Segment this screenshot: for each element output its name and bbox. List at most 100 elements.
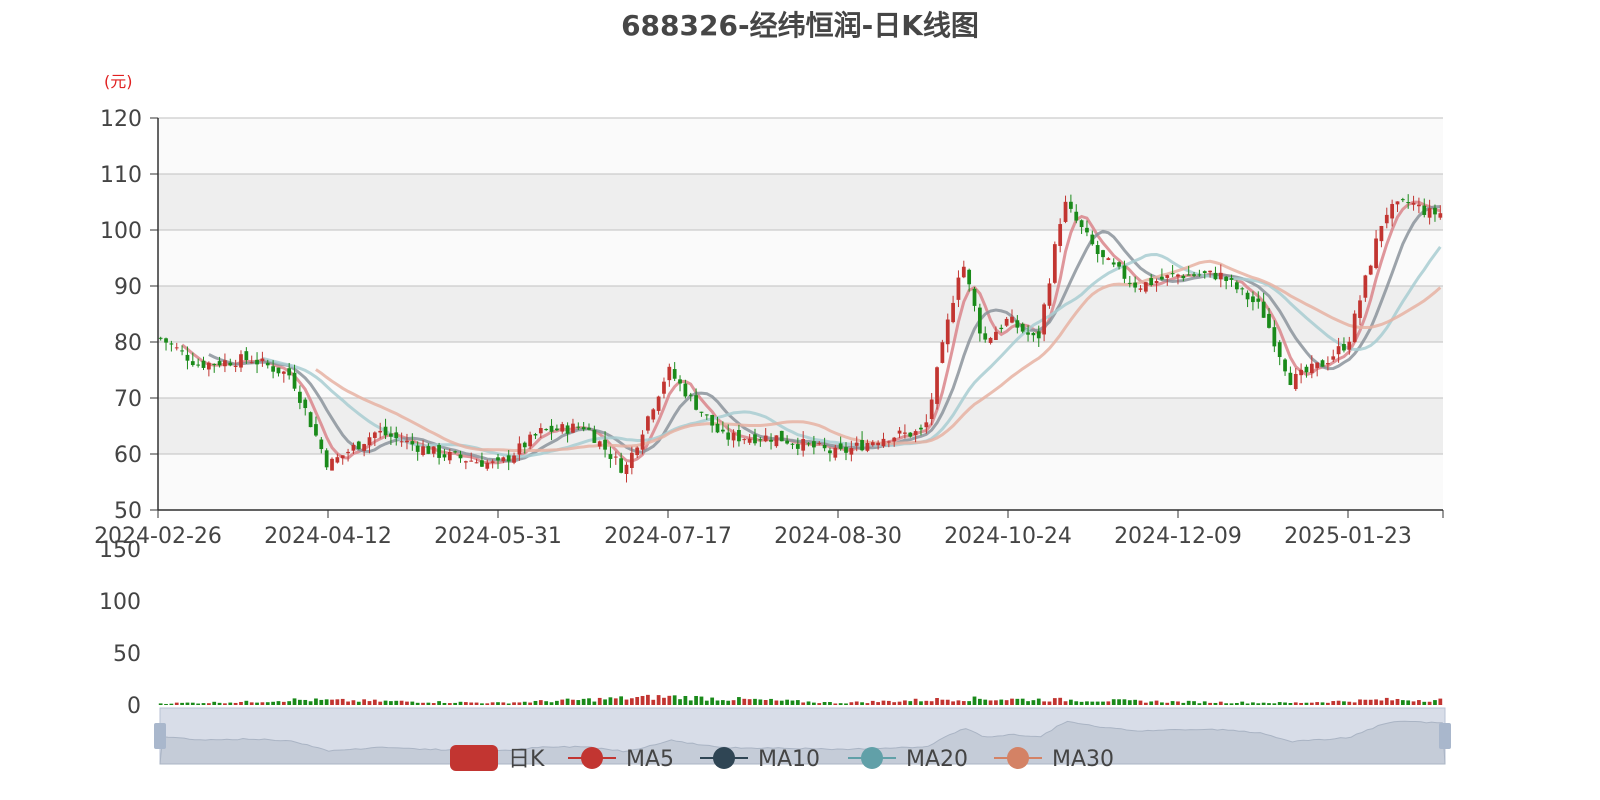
volume-bar xyxy=(983,699,988,705)
candle-up xyxy=(956,277,961,300)
candle-down xyxy=(196,364,201,366)
volume-bar xyxy=(217,702,222,705)
volume-bar xyxy=(886,700,891,705)
volume-bar xyxy=(1315,702,1320,705)
volume-bar xyxy=(1433,700,1437,705)
volume-bar xyxy=(314,698,318,705)
volume-bar xyxy=(378,701,383,705)
candle-down xyxy=(394,432,399,439)
candle-up xyxy=(378,430,383,433)
candle-down xyxy=(972,288,977,306)
volume-bar xyxy=(335,699,340,705)
volume-bar xyxy=(581,698,586,705)
volume-bar xyxy=(1224,703,1229,705)
candle-down xyxy=(1069,201,1073,209)
candle-down xyxy=(185,354,190,361)
candle-down xyxy=(458,454,463,459)
legend-item[interactable]: MA10 xyxy=(700,747,820,772)
candle-down xyxy=(298,391,302,403)
candle-up xyxy=(961,266,966,278)
volume-bar xyxy=(1251,702,1255,705)
candle-up xyxy=(1052,244,1057,283)
volume-bar xyxy=(276,701,281,705)
volume-bar xyxy=(362,699,367,705)
volume-bar xyxy=(1347,701,1352,705)
candle-up xyxy=(656,396,661,411)
candle-down xyxy=(265,362,270,366)
candle-down xyxy=(201,360,206,368)
candle-down xyxy=(977,307,982,334)
candle-up xyxy=(1390,204,1395,219)
volume-bar xyxy=(431,703,436,705)
volume-bar xyxy=(812,702,816,705)
legend-marker xyxy=(713,747,735,769)
candle-up xyxy=(742,439,747,441)
volume-bar xyxy=(1379,700,1384,705)
volume-bar xyxy=(1058,697,1063,705)
candle-up xyxy=(463,461,468,463)
volume-bar xyxy=(1010,698,1014,705)
volume-bar xyxy=(1026,701,1030,705)
legend-item[interactable]: 日K xyxy=(450,745,545,772)
zoom-handle-right[interactable] xyxy=(1439,723,1451,749)
volume-bar xyxy=(1031,700,1036,705)
legend-item[interactable]: MA30 xyxy=(994,747,1114,772)
candle-up xyxy=(929,399,934,419)
volume-bar xyxy=(1427,701,1432,705)
volume-bar xyxy=(790,700,795,705)
candle-up xyxy=(1384,214,1389,224)
legend-item[interactable]: MA20 xyxy=(848,747,968,772)
volume-bar xyxy=(1063,701,1068,705)
candle-up xyxy=(330,458,334,471)
volume-bar xyxy=(1079,701,1084,705)
volume-bar xyxy=(977,698,982,705)
candle-down xyxy=(672,369,677,379)
candle-up xyxy=(174,347,179,349)
volume-axis: 0 50 100 150 xyxy=(99,538,141,719)
candle-up xyxy=(1352,313,1357,343)
volume-bar xyxy=(838,703,843,705)
candle-up xyxy=(662,381,666,394)
candle-down xyxy=(1234,282,1239,290)
candle-down xyxy=(779,430,784,442)
volume-bar xyxy=(646,694,650,705)
candle-down xyxy=(522,442,527,448)
candle-up xyxy=(431,446,436,454)
candle-up xyxy=(1379,225,1384,242)
zoom-handle-left[interactable] xyxy=(154,723,166,749)
candle-up xyxy=(945,319,950,345)
candle-down xyxy=(1160,276,1164,280)
volume-bar xyxy=(870,700,875,705)
candle-down xyxy=(678,379,682,384)
volume-bar xyxy=(169,703,174,705)
candle-down xyxy=(255,359,259,365)
candle-down xyxy=(1026,332,1030,335)
volume-bar xyxy=(1106,701,1111,705)
candle-down xyxy=(453,451,458,453)
volume-bar xyxy=(1208,702,1212,705)
volume-bar xyxy=(822,702,827,705)
candle-up xyxy=(1293,373,1298,390)
candle-up xyxy=(340,455,345,458)
volume-bar xyxy=(1052,698,1057,705)
volume-bar xyxy=(206,703,211,705)
candle-up xyxy=(1165,275,1170,278)
volume-bar xyxy=(683,695,688,705)
y-tick-label: 80 xyxy=(114,331,142,356)
y-tick-label: 90 xyxy=(114,275,142,300)
y-tick-label: 70 xyxy=(114,387,142,412)
volume-bar xyxy=(897,701,902,705)
candle-up xyxy=(538,428,543,434)
candle-up xyxy=(865,442,870,451)
volume-bar xyxy=(1411,701,1416,705)
volume-bar xyxy=(271,701,275,705)
volume-bar xyxy=(180,702,184,705)
candle-down xyxy=(710,414,715,426)
candle-down xyxy=(758,439,763,441)
candle-down xyxy=(1406,202,1411,204)
candle-down xyxy=(180,350,184,352)
volume-bar xyxy=(1176,701,1180,705)
volume-bar xyxy=(453,702,458,705)
volume-bar xyxy=(662,697,666,705)
volume-bar xyxy=(1261,702,1266,705)
